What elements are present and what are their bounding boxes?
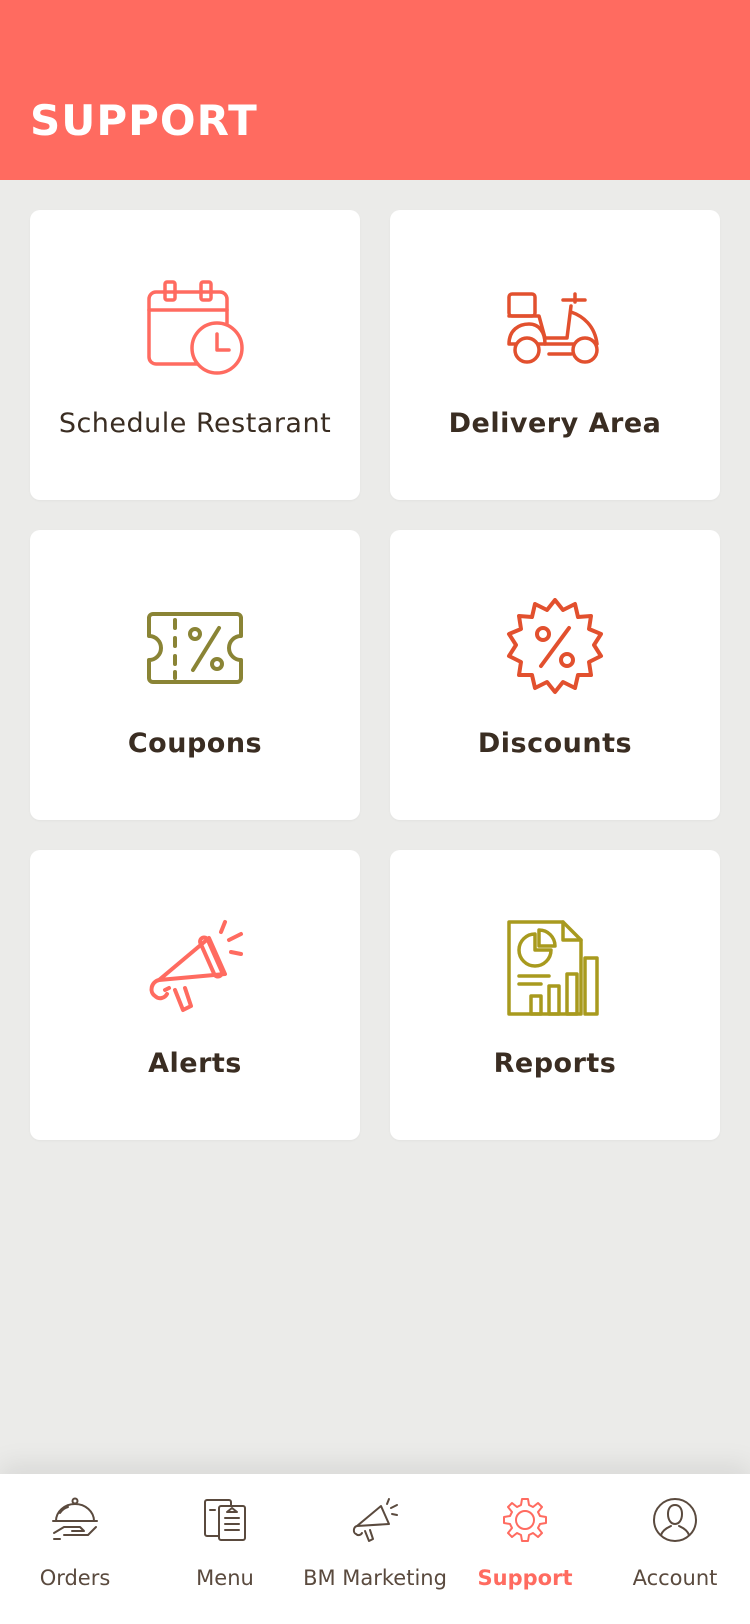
nav-label: Account — [632, 1566, 718, 1590]
discounts-card[interactable]: Discounts — [390, 530, 720, 820]
reports-card[interactable]: Reports — [390, 850, 720, 1140]
card-label: Schedule Restarant — [58, 408, 332, 439]
bottom-navigation: Orders Menu BM Marketing Support Account — [0, 1474, 750, 1624]
nav-item-account[interactable]: Account — [600, 1474, 750, 1624]
nav-label: Menu — [196, 1566, 254, 1590]
nav-item-support[interactable]: Support — [450, 1474, 600, 1624]
page-title: SUPPORT — [30, 96, 258, 145]
cloche-icon — [49, 1494, 101, 1546]
support-options-grid: Schedule Restarant Delivery Area Coupons… — [30, 210, 720, 1140]
coupon-icon — [145, 598, 245, 698]
menu-document-icon — [199, 1494, 251, 1546]
card-label: Coupons — [127, 728, 263, 759]
gear-icon — [499, 1494, 551, 1546]
card-label: Alerts — [148, 1048, 242, 1079]
alerts-card[interactable]: Alerts — [30, 850, 360, 1140]
nav-item-menu[interactable]: Menu — [150, 1474, 300, 1624]
delivery-area-card[interactable]: Delivery Area — [390, 210, 720, 500]
nav-label: Orders — [39, 1566, 111, 1590]
card-label: Reports — [493, 1048, 617, 1079]
discount-badge-icon — [505, 598, 605, 698]
nav-label: Support — [477, 1566, 573, 1590]
megaphone-icon — [349, 1494, 401, 1546]
megaphone-icon — [145, 918, 245, 1018]
scooter-icon — [505, 278, 605, 378]
card-label: Discounts — [477, 728, 633, 759]
user-icon — [649, 1494, 701, 1546]
nav-item-orders[interactable]: Orders — [0, 1474, 150, 1624]
coupons-card[interactable]: Coupons — [30, 530, 360, 820]
nav-item-bm-marketing[interactable]: BM Marketing — [300, 1474, 450, 1624]
report-chart-icon — [505, 918, 605, 1018]
card-label: Delivery Area — [448, 408, 662, 439]
header-bar: SUPPORT — [0, 0, 750, 180]
schedule-restaurant-card[interactable]: Schedule Restarant — [30, 210, 360, 500]
calendar-clock-icon — [145, 278, 245, 378]
nav-label: BM Marketing — [303, 1566, 447, 1590]
